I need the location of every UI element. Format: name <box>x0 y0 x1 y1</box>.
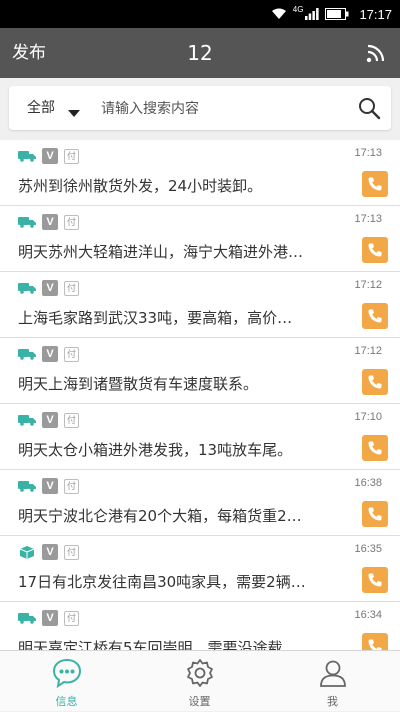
pay-badge: 付 <box>64 280 79 296</box>
wifi-icon <box>271 8 286 19</box>
list-item[interactable]: V 付 16:35 17日有北京发往南昌30吨家具，需要2辆… <box>0 536 400 602</box>
search-icon[interactable] <box>357 96 381 120</box>
truck-icon <box>18 415 36 426</box>
phone-icon <box>368 177 382 191</box>
filter-dropdown[interactable]: 全部 <box>27 86 55 130</box>
verified-badge: V <box>42 544 58 560</box>
list-item[interactable]: V 付 17:12 上海毛家路到武汉33吨，要高箱，高价… <box>0 272 400 338</box>
item-text: 明天宁波北仑港有20个大箱，每箱货重2… <box>18 507 302 525</box>
call-button[interactable] <box>362 633 388 650</box>
item-tags: V付 <box>18 214 79 230</box>
phone-icon <box>368 441 382 455</box>
call-button[interactable] <box>362 567 388 593</box>
bottom-tab-bar: 信息 设置 我 <box>0 650 400 711</box>
truck-icon <box>18 283 36 294</box>
item-time: 17:12 <box>354 345 382 357</box>
truck-icon <box>18 217 36 228</box>
item-tags: V付 <box>18 610 79 626</box>
verified-badge: V <box>42 478 58 494</box>
list-item[interactable]: V 付 17:10 明天太仓小箱进外港发我，13吨放车尾。 <box>0 404 400 470</box>
item-time: 17:10 <box>354 411 382 423</box>
phone-icon <box>368 639 382 650</box>
list-item[interactable]: V 付 16:34 明天嘉定江桥有5车回崇明，需要沿途载… <box>0 602 400 650</box>
pay-badge: 付 <box>64 544 79 560</box>
list-item[interactable]: V 付 17:12 明天上海到诸暨散货有车速度联系。 <box>0 338 400 404</box>
network-type: 4G <box>292 5 304 14</box>
search-area: 全部 <box>0 78 400 140</box>
item-text: 明天嘉定江桥有5车回崇明，需要沿途载… <box>18 639 298 650</box>
item-tags: V付 <box>18 280 79 296</box>
chat-icon <box>52 658 81 689</box>
message-count: 12 <box>187 41 213 65</box>
verified-badge: V <box>42 412 58 428</box>
caret-down-icon[interactable] <box>68 110 80 117</box>
item-tags: V付 <box>18 478 79 494</box>
pay-badge: 付 <box>64 214 79 230</box>
call-button[interactable] <box>362 171 388 197</box>
call-button[interactable] <box>362 369 388 395</box>
phone-icon <box>368 375 382 389</box>
call-button[interactable] <box>362 237 388 263</box>
user-icon <box>319 660 346 687</box>
status-time: 17:17 <box>359 6 392 22</box>
list-item[interactable]: V 付 16:38 明天宁波北仑港有20个大箱，每箱货重2… <box>0 470 400 536</box>
tab-label: 我 <box>327 695 338 708</box>
status-icons: 4G 17:17 <box>271 0 392 28</box>
truck-icon <box>18 349 36 360</box>
battery-icon <box>325 8 349 20</box>
item-tags: V付 <box>18 346 79 362</box>
signal-icon <box>305 8 320 20</box>
tab-label: 设置 <box>188 695 211 708</box>
phone-icon <box>368 243 382 257</box>
truck-icon <box>18 613 36 624</box>
tab-me[interactable]: 我 <box>266 651 399 712</box>
verified-badge: V <box>42 346 58 362</box>
verified-badge: V <box>42 214 58 230</box>
phone-icon <box>368 573 382 587</box>
pay-badge: 付 <box>64 478 79 494</box>
call-button[interactable] <box>362 303 388 329</box>
phone-icon <box>368 309 382 323</box>
search-input[interactable] <box>99 92 343 126</box>
verified-badge: V <box>42 610 58 626</box>
message-list: V 付 17:13 苏州到徐州散货外发，24小时装卸。 V 付 17:13 明天苏州大轻箱进洋… <box>0 140 400 650</box>
status-bar: 4G 17:17 <box>0 0 400 28</box>
verified-badge: V <box>42 280 58 296</box>
item-text: 上海毛家路到武汉33吨，要高箱，高价… <box>18 309 293 327</box>
verified-badge: V <box>42 148 58 164</box>
item-time: 16:34 <box>354 609 382 621</box>
tab-label: 信息 <box>55 695 78 708</box>
item-time: 17:13 <box>354 147 382 159</box>
item-tags: V付 <box>18 544 79 560</box>
item-tags: V付 <box>18 148 79 164</box>
item-time: 17:12 <box>354 279 382 291</box>
rss-icon[interactable] <box>366 43 386 63</box>
pay-badge: 付 <box>64 148 79 164</box>
tab-messages[interactable]: 信息 <box>0 651 133 712</box>
list-item[interactable]: V 付 17:13 明天苏州大轻箱进洋山，海宁大箱进外港… <box>0 206 400 272</box>
tab-settings[interactable]: 设置 <box>133 651 266 712</box>
item-text: 明天上海到诸暨散货有车速度联系。 <box>18 375 259 393</box>
app-header: 发布 12 <box>0 28 400 78</box>
item-time: 16:35 <box>354 543 382 555</box>
pay-badge: 付 <box>64 412 79 428</box>
item-tags: V付 <box>18 412 79 428</box>
pay-badge: 付 <box>64 346 79 362</box>
item-time: 16:38 <box>354 477 382 489</box>
truck-icon <box>18 151 36 162</box>
item-text: 苏州到徐州散货外发，24小时装卸。 <box>18 177 263 195</box>
truck-icon <box>18 481 36 492</box>
item-text: 明天太仓小箱进外港发我，13吨放车尾。 <box>18 441 293 459</box>
search-box: 全部 <box>9 86 391 130</box>
call-button[interactable] <box>362 435 388 461</box>
item-text: 17日有北京发往南昌30吨家具，需要2辆… <box>18 573 306 591</box>
gear-icon <box>186 659 213 687</box>
item-text: 明天苏州大轻箱进洋山，海宁大箱进外港… <box>18 243 304 261</box>
call-button[interactable] <box>362 501 388 527</box>
box-icon <box>19 546 35 559</box>
pay-badge: 付 <box>64 610 79 626</box>
list-item[interactable]: V 付 17:13 苏州到徐州散货外发，24小时装卸。 <box>0 140 400 206</box>
phone-icon <box>368 507 382 521</box>
item-time: 17:13 <box>354 213 382 225</box>
